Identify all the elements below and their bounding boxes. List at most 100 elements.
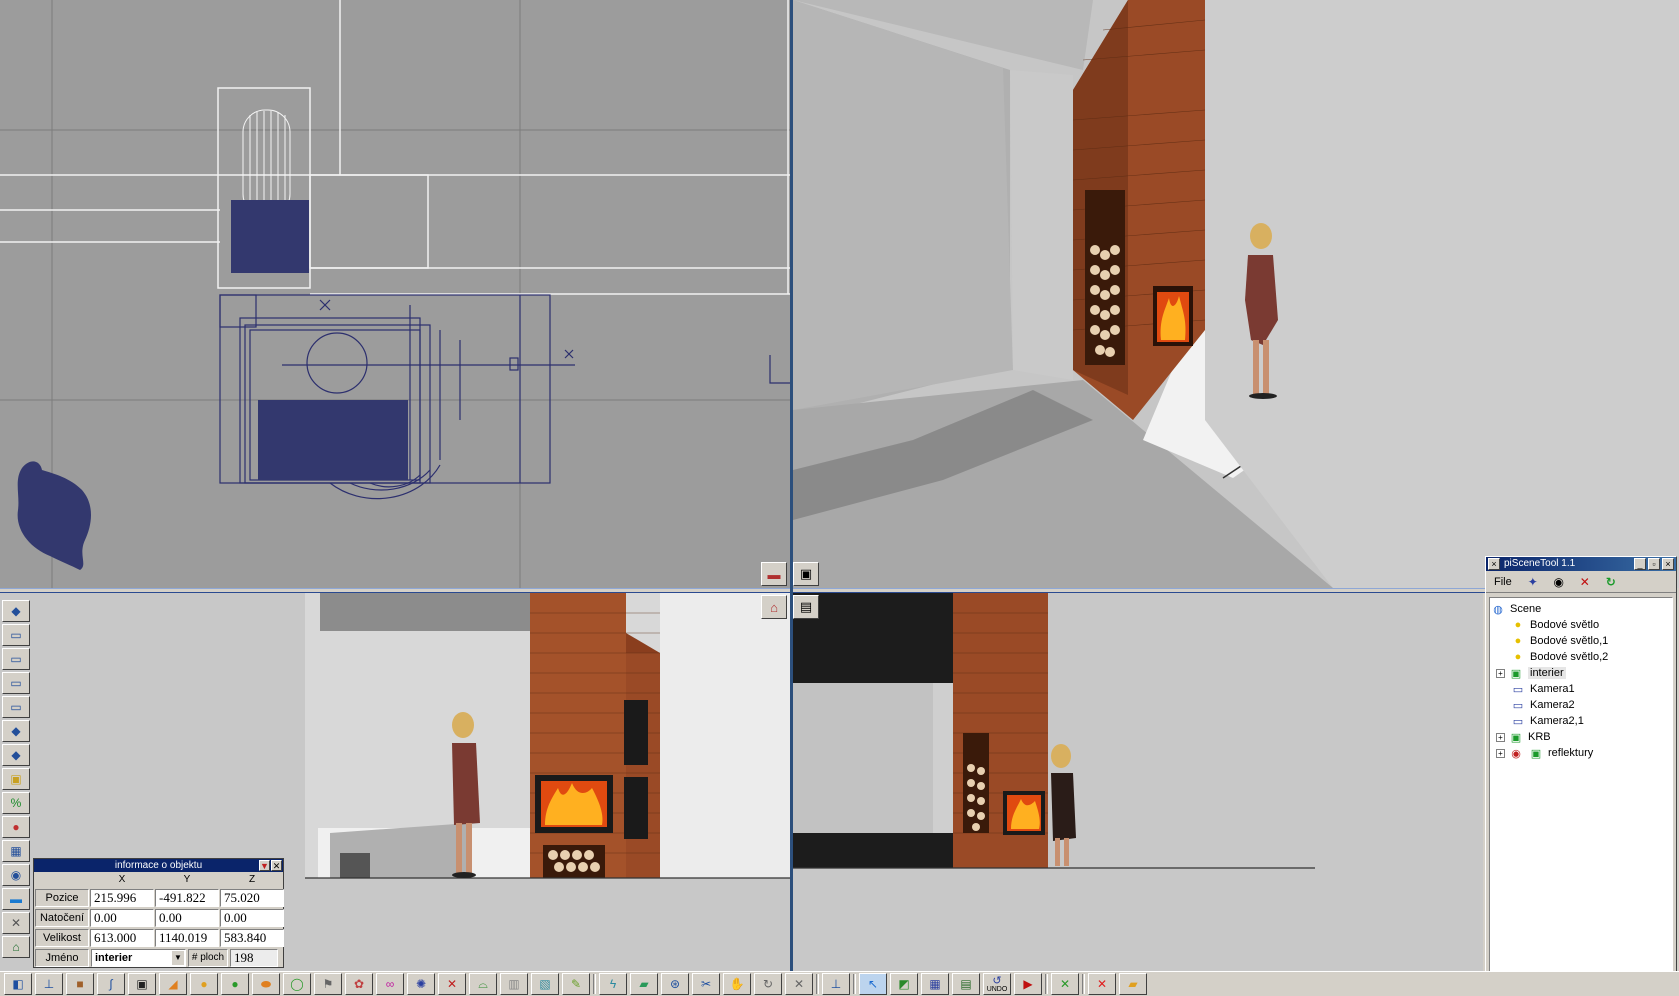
tool-percent[interactable]: % [2,792,30,814]
position-label: Pozice [35,889,89,907]
refresh-icon[interactable]: ↻ [1602,574,1620,590]
tool-curve[interactable]: ∫ [97,973,125,995]
position-x-field[interactable]: 215.996 [90,889,154,907]
tool-sphere[interactable]: ● [221,973,249,995]
tool-image[interactable]: ▣ [2,768,30,790]
tool-grid[interactable]: ▦ [921,973,949,995]
scene-tool-close-left-button[interactable]: × [1488,558,1500,570]
render-icon: ▬ [767,566,781,582]
tool-cross-green[interactable]: ✕ [1051,973,1079,995]
tool-document[interactable]: ▤ [952,973,980,995]
tool-3d[interactable]: ▥ [500,973,528,995]
tool-hand[interactable]: ✋ [723,973,751,995]
scene-tool-close-button[interactable]: × [1662,558,1674,570]
tool-texture[interactable]: ✺ [407,973,435,995]
tool-rotate[interactable]: ↻ [754,973,782,995]
tool-colors[interactable]: ● [2,816,30,838]
tool-folder[interactable]: ▰ [1119,973,1147,995]
tool-play[interactable]: ▶ [1014,973,1042,995]
info-dropdown-button[interactable]: ▼ [259,860,270,871]
tool-cross[interactable]: ✕ [785,973,813,995]
tool-shapes-3[interactable]: ◆ [2,744,30,766]
egg-icon: ⬬ [260,976,272,991]
tool-paint[interactable]: ✎ [562,973,590,995]
cross-icon: ✕ [793,977,805,991]
size-y-field[interactable]: 1140.019 [155,929,219,947]
viewport-top[interactable]: ▬ [0,0,790,588]
rotation-x-field[interactable]: 0.00 [90,909,154,927]
tool-flag[interactable]: ⚑ [314,973,342,995]
name-select[interactable]: interier ▼ [91,949,186,967]
expand-icon[interactable]: + [1496,668,1505,678]
tool-car-3[interactable]: ▭ [2,672,30,694]
tool-select-object[interactable]: ◧ [4,973,32,995]
pick-icon[interactable]: ✦ [1524,574,1542,590]
tree-item-kamera2-1[interactable]: ▭ Kamera2,1 [1490,713,1672,729]
tool-gradient[interactable]: ▦ [2,840,30,862]
camera-icon: ▭ [1512,699,1524,712]
tool-terrain[interactable]: ⌓ [469,973,497,995]
viewport-render-button[interactable]: ▬ [761,562,787,586]
viewport-house-button[interactable]: ⌂ [761,595,787,619]
tool-wrench[interactable]: ✕ [2,912,30,934]
rotation-y-field[interactable]: 0.00 [155,909,219,927]
scene-tool-titlebar[interactable]: × piSceneTool 1.1 _ ▫ × [1486,557,1676,571]
scene-tool-minimize-button[interactable]: _ [1634,558,1646,570]
tool-axis[interactable]: ⊥ [35,973,63,995]
tree-item-light-1[interactable]: ● Bodové světlo,1 [1490,633,1672,649]
tool-plane[interactable]: ▰ [630,973,658,995]
tool-shapes-2[interactable]: ◆ [2,720,30,742]
viewport-perspective[interactable]: ▣ [793,0,1679,588]
file-menu[interactable]: File [1490,575,1516,589]
tree-item-kamera1[interactable]: ▭ Kamera1 [1490,681,1672,697]
tool-desk[interactable]: ⌂ [2,936,30,958]
tool-loop[interactable]: ◯ [283,973,311,995]
eye-icon[interactable]: ◉ [1550,574,1568,590]
tool-map[interactable]: ▧ [531,973,559,995]
expand-icon[interactable]: + [1496,732,1505,742]
tool-car-2[interactable]: ▭ [2,648,30,670]
tool-car-4[interactable]: ▭ [2,696,30,718]
size-z-field[interactable]: 583.840 [220,929,284,947]
tree-item-kamera2[interactable]: ▭ Kamera2 [1490,697,1672,713]
viewport-building-button[interactable]: ▤ [793,595,819,619]
scene-tool-restore-button[interactable]: ▫ [1648,558,1660,570]
object-info-grid: X Y Z Pozice 215.996 -491.822 75.020 Nat… [34,872,284,949]
tool-pattern[interactable]: ✿ [345,973,373,995]
chevron-down-icon[interactable]: ▼ [172,951,184,965]
rotation-z-field[interactable]: 0.00 [220,909,284,927]
tool-axis-2[interactable]: ⊥ [822,973,850,995]
tool-environment[interactable]: ◉ [2,864,30,886]
tool-lightning[interactable]: ϟ [599,973,627,995]
position-y-field[interactable]: -491.822 [155,889,219,907]
tree-item-reflektury[interactable]: + ◉ ▣ reflektury [1490,745,1672,761]
tool-pointer[interactable]: ↖ [859,973,887,995]
tree-item-light[interactable]: ● Bodové světlo [1490,617,1672,633]
tree-item-light-2[interactable]: ● Bodové světlo,2 [1490,649,1672,665]
tool-balls[interactable]: ● [190,973,218,995]
tree-item-krb[interactable]: + ▣ KRB [1490,729,1672,745]
tool-landscape[interactable]: ▬ [2,888,30,910]
tool-lathe[interactable]: ⊛ [661,973,689,995]
tree-item-scene[interactable]: ◍ Scene [1490,601,1672,617]
tool-transform[interactable]: ✕ [438,973,466,995]
info-close-button[interactable]: ✕ [271,860,282,871]
expand-icon[interactable]: + [1496,748,1505,758]
tool-car-1[interactable]: ▭ [2,624,30,646]
tool-primitives[interactable]: ◆ [2,600,30,622]
position-z-field[interactable]: 75.020 [220,889,284,907]
tool-undo[interactable]: ↺ UNDO [983,973,1011,995]
tool-scissors[interactable]: ✂ [692,973,720,995]
tool-camera[interactable]: ▣ [128,973,156,995]
tool-cube[interactable]: ◩ [890,973,918,995]
tree-item-interier[interactable]: + ▣ interier [1490,665,1672,681]
tool-box[interactable]: ■ [66,973,94,995]
size-x-field[interactable]: 613.000 [90,929,154,947]
tool-egg[interactable]: ⬬ [252,973,280,995]
delete-icon[interactable]: ✕ [1576,574,1594,590]
tool-extrude[interactable]: ◢ [159,973,187,995]
tool-twist[interactable]: ∞ [376,973,404,995]
viewport-camera-button[interactable]: ▣ [793,562,819,586]
tool-delete[interactable]: ✕ [1088,973,1116,995]
viewport-side[interactable]: ▤ [793,593,1483,971]
